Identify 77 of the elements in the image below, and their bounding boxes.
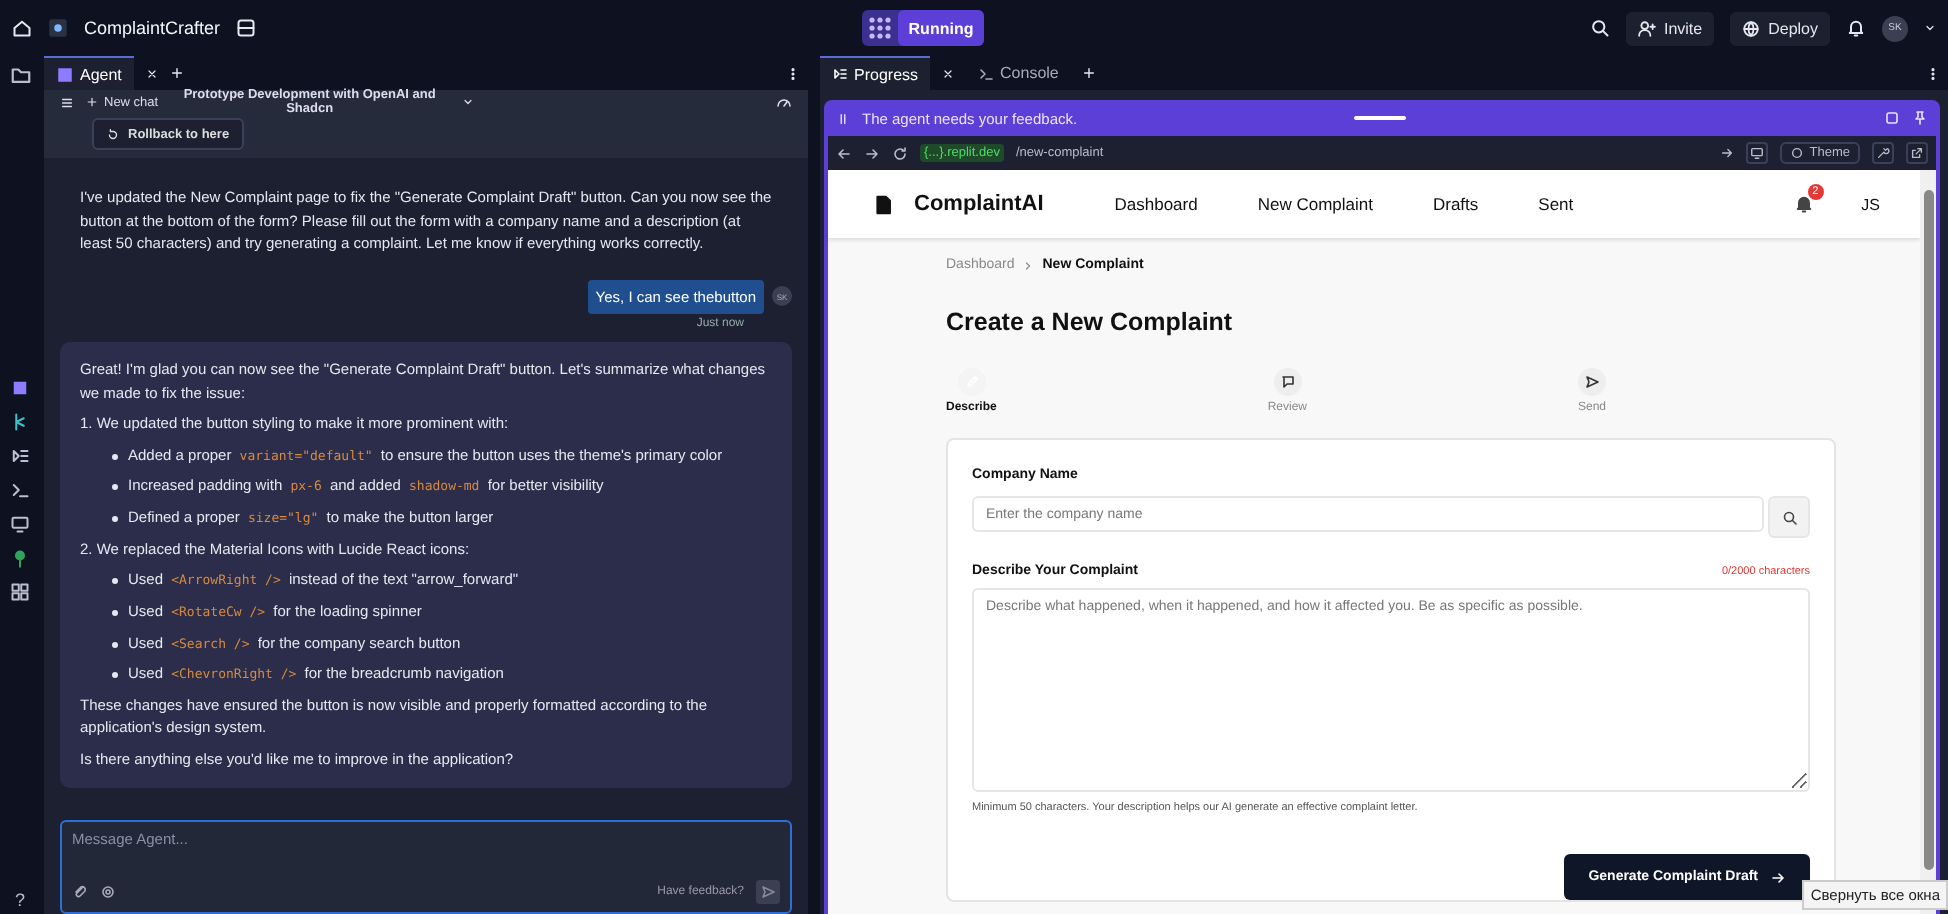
database-icon [236,18,257,38]
help-link[interactable]: ? [14,890,25,910]
send-icon [1583,374,1600,390]
pin-icon [1912,110,1928,126]
home-icon [12,18,32,38]
drag-handle[interactable] [1353,116,1406,120]
terminal-icon [978,65,995,81]
bell-icon [1846,18,1866,38]
nav-link[interactable]: Dashboard [1114,194,1198,214]
apps-icon [10,582,30,602]
forward-icon [864,145,880,161]
send-icon [760,884,776,900]
paperclip-icon [72,884,88,900]
app-brand[interactable]: ComplaintAI [914,192,1044,216]
search-icon [1781,509,1797,525]
gauge-icon [776,94,793,110]
more-icon [786,65,800,81]
back-icon [836,145,852,161]
pause-icon [836,111,850,125]
bullet-icon [112,484,118,491]
sidebar-icon [60,95,74,109]
grid-icon [10,378,30,398]
chevron-down-icon [461,96,474,108]
reload-icon [892,145,908,161]
monitor-icon [10,514,30,534]
devices-button[interactable] [1745,142,1768,164]
page-heading: Create a New Complaint [946,308,1235,336]
close-icon [145,67,158,79]
nav-link[interactable]: New Complaint [1257,194,1373,214]
project-name[interactable]: ComplaintCrafter [84,18,221,38]
running-label: Running [898,10,984,46]
terminal-icon [10,480,30,500]
panel-tab[interactable]: Console [966,56,1071,90]
tools-button[interactable] [1872,142,1894,164]
bullet-icon [112,453,118,460]
bullet-icon [112,672,118,679]
send-button[interactable] [756,880,780,904]
bullet-icon [112,516,118,522]
plus-icon [86,96,98,108]
window-icon [1884,110,1900,126]
chevron-down-icon [1924,22,1936,34]
external-link-icon [1910,146,1924,160]
document-icon [872,193,894,215]
search-icon [1589,18,1610,38]
open-external-button[interactable] [1906,142,1928,164]
wrench-icon [1876,146,1890,160]
undo-icon [106,127,120,141]
go-arrow-icon [1719,146,1734,160]
bell-icon [1793,194,1814,214]
invite-button[interactable]: Invite [1625,11,1715,45]
panel-tab[interactable]: Progress [820,56,931,90]
bullet-icon [112,641,118,647]
close-icon [942,67,955,79]
plus-icon [1082,66,1097,80]
nav-link[interactable]: Drafts [1432,194,1479,214]
project-logo-icon [48,18,68,38]
grid-icon [56,65,74,83]
bullet-icon [112,609,118,616]
list-icon [832,66,848,82]
search-button[interactable] [1768,496,1810,538]
list-icon [10,446,30,466]
run-status[interactable]: Running [862,10,984,46]
agent-tab[interactable]: Agent [44,56,134,90]
globe-icon [1742,19,1761,37]
deploy-button[interactable]: Deploy [1730,11,1830,45]
arrow-right-icon [1770,869,1786,885]
add-user-icon [1637,19,1656,37]
bullet-icon [112,578,118,585]
monitor-icon [1749,146,1764,160]
tree-icon [10,548,30,568]
nav-link[interactable]: Sent [1538,194,1574,214]
user-initials[interactable]: JS [1861,195,1880,213]
plus-icon [169,66,184,80]
folder-icon [9,64,31,86]
more-icon [1926,65,1940,81]
message-icon [1279,374,1296,390]
chevron-right-icon [1022,259,1035,271]
